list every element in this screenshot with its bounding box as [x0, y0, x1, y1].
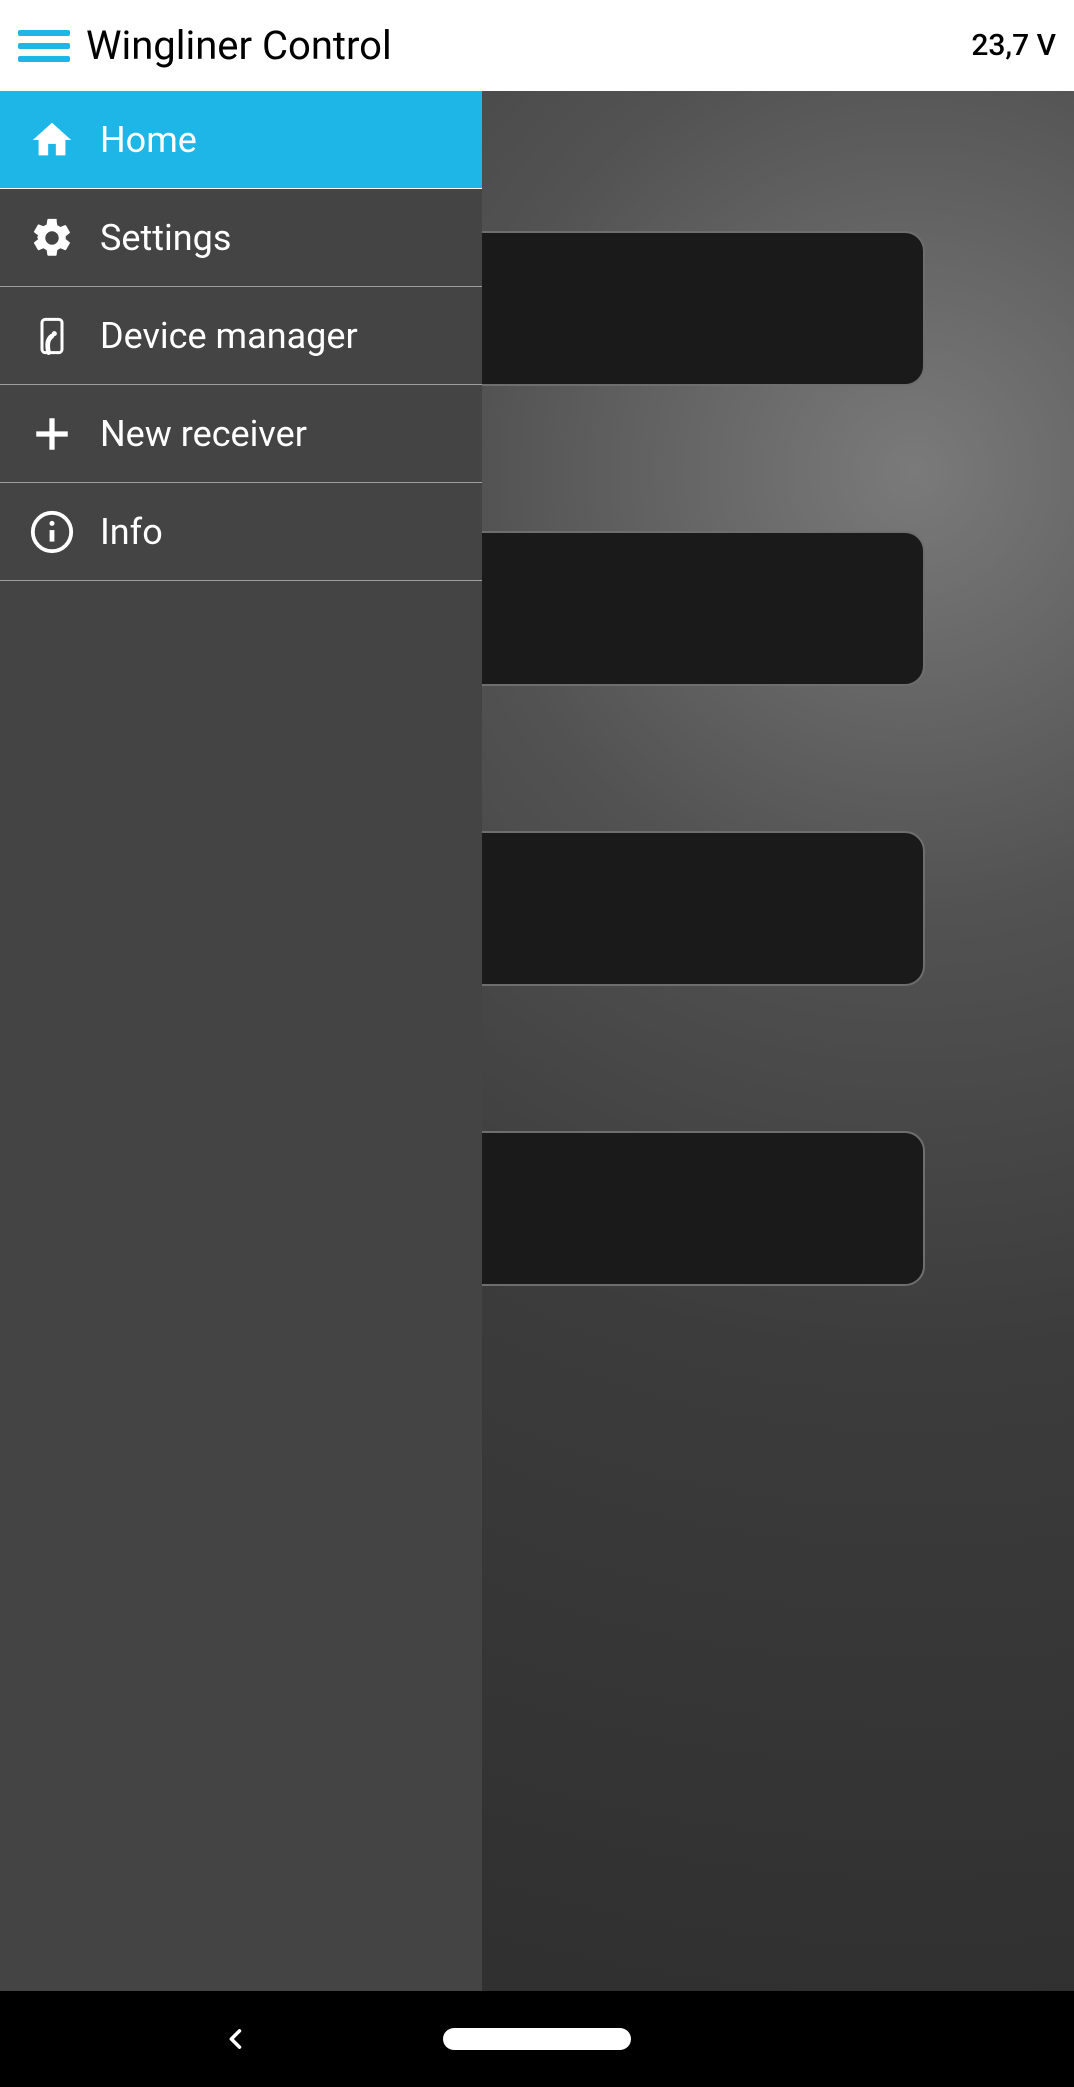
menu-label: Settings — [100, 217, 231, 259]
navigation-drawer: Home Settings Device manager New receive… — [0, 91, 482, 1991]
menu-label: New receiver — [100, 413, 307, 455]
gear-icon — [26, 212, 78, 264]
plus-icon — [26, 408, 78, 460]
info-icon — [26, 506, 78, 558]
menu-item-settings[interactable]: Settings — [0, 189, 482, 287]
menu-item-home[interactable]: Home — [0, 91, 482, 189]
menu-item-new-receiver[interactable]: New receiver — [0, 385, 482, 483]
menu-label: Home — [100, 119, 197, 161]
back-icon[interactable] — [222, 2025, 250, 2053]
app-title: Wingliner Control — [86, 22, 971, 69]
app-header: Wingliner Control 23,7 V — [0, 0, 1074, 91]
menu-label: Info — [100, 511, 163, 553]
home-pill[interactable] — [443, 2028, 631, 2050]
device-icon — [26, 310, 78, 362]
home-icon — [26, 114, 78, 166]
android-nav-bar — [0, 1991, 1074, 2087]
menu-label: Device manager — [100, 315, 358, 357]
menu-item-info[interactable]: Info — [0, 483, 482, 581]
hamburger-menu-icon[interactable] — [18, 20, 70, 72]
menu-item-device-manager[interactable]: Device manager — [0, 287, 482, 385]
voltage-indicator: 23,7 V — [971, 28, 1056, 63]
